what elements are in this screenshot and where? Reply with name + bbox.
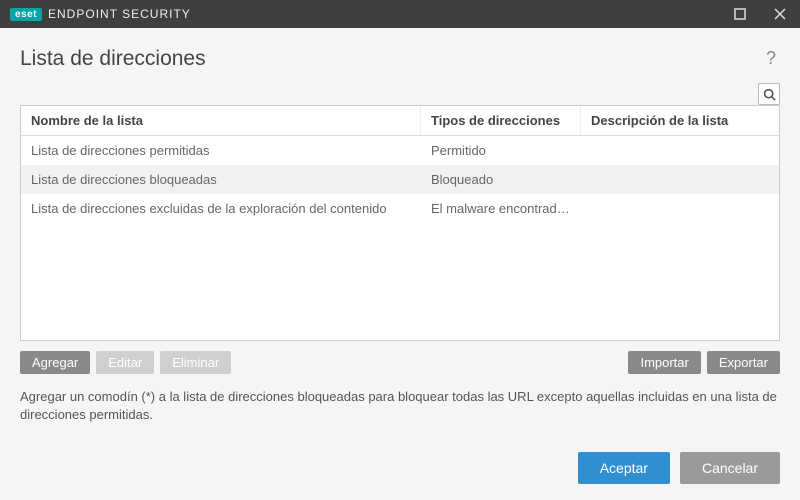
cell-name: Lista de direcciones bloqueadas (21, 165, 421, 194)
table-row[interactable]: Lista de direcciones bloqueadas Bloquead… (21, 165, 779, 194)
cell-desc (581, 194, 779, 223)
column-header-type[interactable]: Tipos de direcciones (421, 106, 581, 135)
cell-name: Lista de direcciones excluidas de la exp… (21, 194, 421, 223)
close-icon (774, 8, 786, 20)
delete-button[interactable]: Eliminar (160, 351, 231, 374)
table-row[interactable]: Lista de direcciones permitidas Permitid… (21, 136, 779, 165)
cell-name: Lista de direcciones permitidas (21, 136, 421, 165)
dialog-footer: Aceptar Cancelar (0, 440, 800, 500)
product-name: ENDPOINT SECURITY (48, 7, 191, 21)
help-button[interactable]: ? (762, 44, 780, 73)
window-close-button[interactable] (760, 0, 800, 28)
add-button[interactable]: Agregar (20, 351, 90, 374)
search-icon (763, 88, 776, 101)
cell-desc (581, 165, 779, 194)
table-body: Lista de direcciones permitidas Permitid… (21, 136, 779, 340)
brand-badge: eset (10, 8, 42, 21)
export-button[interactable]: Exportar (707, 351, 780, 374)
hint-text: Agregar un comodín (*) a la lista de dir… (20, 388, 780, 424)
maximize-icon (734, 8, 746, 20)
cell-desc (581, 136, 779, 165)
cell-type: Permitido (421, 136, 581, 165)
edit-button[interactable]: Editar (96, 351, 154, 374)
page-title: Lista de direcciones (20, 47, 206, 71)
window-maximize-button[interactable] (720, 0, 760, 28)
column-header-desc[interactable]: Descripción de la lista (581, 106, 779, 135)
search-button[interactable] (758, 83, 780, 105)
cancel-button[interactable]: Cancelar (680, 452, 780, 484)
content-area: Lista de direcciones ? Nombre de la list… (0, 28, 800, 440)
accept-button[interactable]: Aceptar (578, 452, 670, 484)
import-button[interactable]: Importar (628, 351, 700, 374)
cell-type: Bloqueado (421, 165, 581, 194)
table-header: Nombre de la lista Tipos de direcciones … (21, 106, 779, 136)
address-list-table: Nombre de la lista Tipos de direcciones … (20, 105, 780, 341)
column-header-name[interactable]: Nombre de la lista (21, 106, 421, 135)
table-row[interactable]: Lista de direcciones excluidas de la exp… (21, 194, 779, 223)
titlebar: eset ENDPOINT SECURITY (0, 0, 800, 28)
cell-type: El malware encontrado se... (421, 194, 581, 223)
table-action-row: Agregar Editar Eliminar Importar Exporta… (20, 351, 780, 374)
